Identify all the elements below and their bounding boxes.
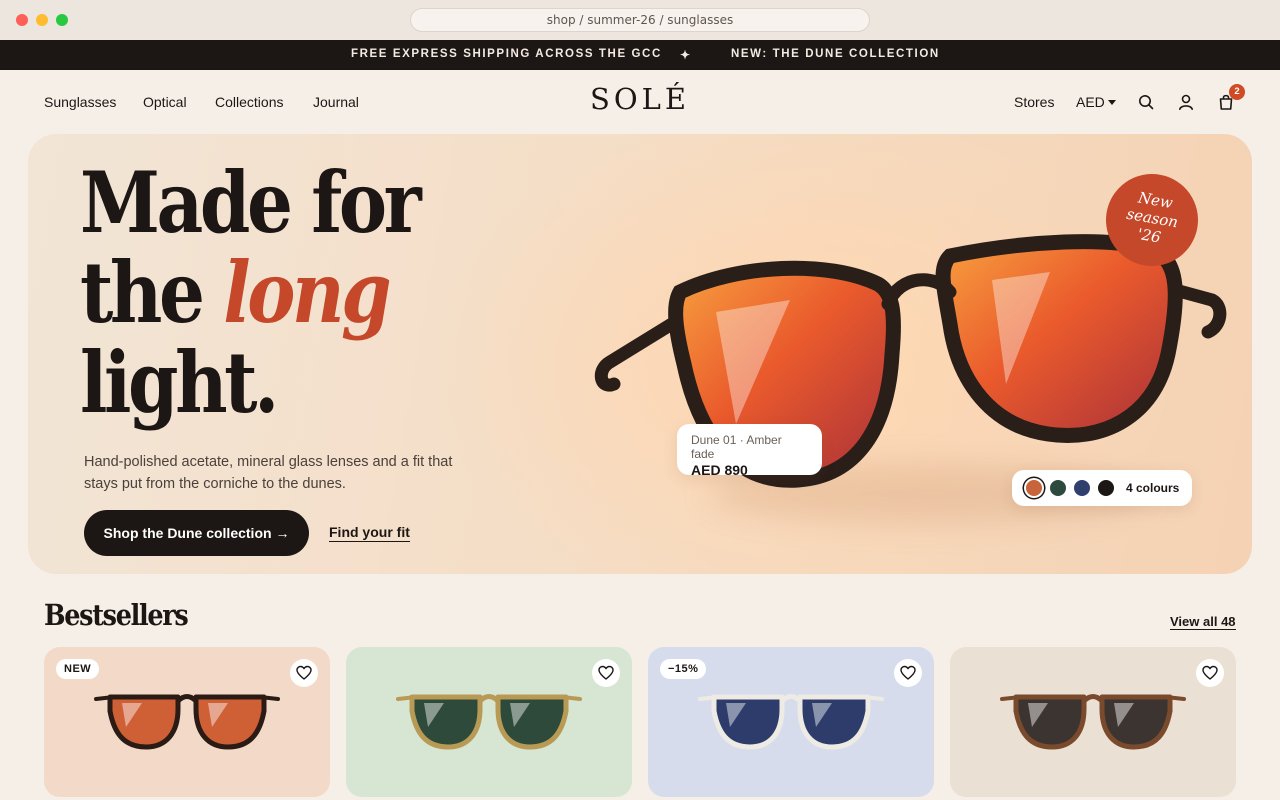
product-card[interactable] xyxy=(346,647,632,797)
headline-line-2: the xyxy=(80,243,205,342)
wishlist-button[interactable] xyxy=(592,659,620,687)
stores-link[interactable]: Stores xyxy=(1014,94,1054,110)
product-price-card[interactable]: Dune 01 · Amber fade AED 890 xyxy=(677,424,822,478)
announcement-bar: FREE EXPRESS SHIPPING ACROSS THE GCC ✦ N… xyxy=(0,40,1280,70)
sunglasses-thumbnail xyxy=(396,694,582,750)
maximize-window-button[interactable] xyxy=(56,14,68,26)
announcement-separator: ✦ xyxy=(680,48,692,62)
brand-logo[interactable]: SOLÉ xyxy=(560,82,720,116)
cart-count-badge: 2 xyxy=(1229,84,1245,100)
search-icon[interactable] xyxy=(1137,93,1155,111)
swatch-black[interactable] xyxy=(1098,480,1114,496)
heart-icon xyxy=(1202,665,1218,680)
sunglasses-thumbnail xyxy=(698,694,884,750)
minimize-window-button[interactable] xyxy=(36,14,48,26)
badge-line-3: '26 xyxy=(1136,224,1163,247)
address-bar[interactable]: shop / summer-26 / sunglasses xyxy=(410,8,870,32)
wishlist-button[interactable] xyxy=(290,659,318,687)
product-card[interactable] xyxy=(950,647,1236,797)
announcement-collection[interactable]: NEW: THE DUNE COLLECTION xyxy=(731,48,940,60)
product-card[interactable]: −15% xyxy=(648,647,934,797)
product-name: Dune 01 · Amber fade xyxy=(691,433,782,461)
product-tag-new: NEW xyxy=(56,659,100,679)
chevron-down-icon xyxy=(1107,100,1116,105)
headline-line-3: light. xyxy=(80,333,279,432)
headline-accent-word: long xyxy=(223,243,391,342)
hero-subtitle: Hand-polished acetate, mineral glass len… xyxy=(84,454,453,492)
heart-icon xyxy=(900,665,916,680)
nav-collections[interactable]: Collections xyxy=(215,94,283,110)
view-all-link[interactable]: View all 48 xyxy=(1170,614,1236,630)
browser-chrome: shop / summer-26 / sunglasses xyxy=(0,0,1280,40)
wishlist-button[interactable] xyxy=(1196,659,1224,687)
hero-headline: Made for the long light. xyxy=(80,158,422,428)
bestsellers-title: Bestsellers xyxy=(44,598,189,632)
currency-label: AED xyxy=(1076,94,1105,110)
heart-icon xyxy=(296,665,312,680)
nav-optical[interactable]: Optical xyxy=(143,94,187,110)
nav-journal[interactable]: Journal xyxy=(313,94,359,110)
shop-dune-button[interactable]: Shop the Dune collection → xyxy=(84,510,309,556)
swatch-navy[interactable] xyxy=(1074,480,1090,496)
sunglasses-thumbnail xyxy=(94,694,280,750)
colour-swatch-picker: 4 colours xyxy=(1012,470,1192,506)
heart-icon xyxy=(598,665,614,680)
headline-line-1: Made for xyxy=(80,153,422,252)
swatch-amber[interactable] xyxy=(1026,480,1042,496)
currency-selector[interactable]: AED xyxy=(1076,94,1116,110)
product-tag-discount: −15% xyxy=(660,659,707,679)
sunglasses-thumbnail xyxy=(1000,694,1186,750)
wishlist-button[interactable] xyxy=(894,659,922,687)
close-window-button[interactable] xyxy=(16,14,28,26)
colour-count-label: 4 colours xyxy=(1126,481,1180,495)
hero-banner: Made for the long light. Hand-polished a… xyxy=(28,134,1252,574)
find-your-fit-link[interactable]: Find your fit xyxy=(329,524,410,542)
swatch-green[interactable] xyxy=(1050,480,1066,496)
product-price: AED 890 xyxy=(691,462,748,478)
product-card[interactable]: NEW xyxy=(44,647,330,797)
nav-sunglasses[interactable]: Sunglasses xyxy=(44,94,116,110)
announcement-shipping: FREE EXPRESS SHIPPING ACROSS THE GCC xyxy=(351,48,662,60)
account-icon[interactable] xyxy=(1177,93,1195,111)
